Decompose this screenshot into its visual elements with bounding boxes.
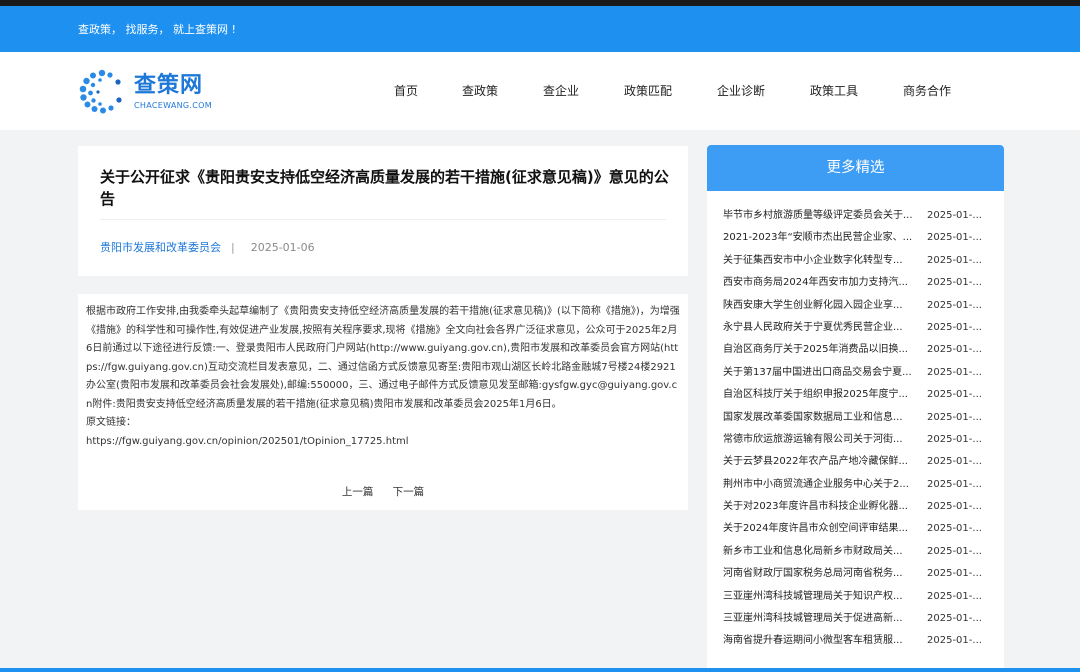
list-item-title[interactable]: 西安市商务局2024年西安市加力支持汽... <box>723 272 923 294</box>
list-item-date: 2025-01-... <box>927 523 982 535</box>
article-meta: 贵阳市发展和改革委员会 | 2025-01-06 <box>100 239 315 255</box>
list-item-date: 2025-01-... <box>927 456 982 468</box>
article-source[interactable]: 贵阳市发展和改革委员会 <box>100 241 221 254</box>
list-item[interactable]: 关于对2023年度许昌市科技企业孵化器... 2025-01-... <box>723 496 999 518</box>
top-banner: 查政策， 找服务， 就上查策网 ! <box>0 6 1080 52</box>
list-item-date: 2025-01-... <box>927 366 982 378</box>
list-item-date: 2025-01-... <box>927 478 982 490</box>
title-divider <box>100 219 666 220</box>
list-item-date: 2025-01-... <box>927 545 982 557</box>
list-item-date: 2025-01-... <box>927 568 982 580</box>
list-item-date: 2025-01-... <box>927 277 982 289</box>
list-item-title[interactable]: 三亚崖州湾科技城管理局关于促进高新... <box>723 608 923 630</box>
list-item[interactable]: 关于第137届中国进出口商品交易会宁夏... 2025-01-... <box>723 362 999 384</box>
nav-business-cooperation[interactable]: 商务合作 <box>903 82 951 99</box>
list-item-title[interactable]: 关于云梦县2022年农产品产地冷藏保鲜... <box>723 451 923 473</box>
list-item[interactable]: 自治区商务厅关于2025年消费品以旧换... 2025-01-... <box>723 339 999 361</box>
list-item[interactable]: 新乡市工业和信息化局新乡市财政局关... 2025-01-... <box>723 541 999 563</box>
list-item-title[interactable]: 毕节市乡村旅游质量等级评定委员会关于... <box>723 205 923 227</box>
nav-search-company[interactable]: 查企业 <box>543 82 579 99</box>
source-link-url[interactable]: https://fgw.guiyang.gov.cn/opinion/20250… <box>86 436 409 447</box>
list-item-title[interactable]: 关于征集西安市中小企业数字化转型专... <box>723 250 923 272</box>
list-item[interactable]: 海南省提升春运期间小微型客车租赁服... 2025-01-... <box>723 630 999 652</box>
list-item[interactable]: 河南省财政厅国家税务总局河南省税务... 2025-01-... <box>723 563 999 585</box>
list-item-title[interactable]: 陕西安康大学生创业孵化园入园企业享... <box>723 295 923 317</box>
list-item-date: 2025-01-... <box>927 299 982 311</box>
list-item-date: 2025-01-... <box>927 232 982 244</box>
article-pager: 上一篇 下一篇 <box>78 484 688 499</box>
list-item-date: 2025-01-... <box>927 411 982 423</box>
bottom-accent-bar <box>0 668 1080 672</box>
list-item-date: 2025-01-... <box>927 344 982 356</box>
list-item-date: 2025-01-... <box>927 501 982 513</box>
list-item[interactable]: 永宁县人民政府关于宁夏优秀民营企业... 2025-01-... <box>723 317 999 339</box>
list-item[interactable]: 西安市商务局2024年西安市加力支持汽... 2025-01-... <box>723 272 999 294</box>
source-link-label: 原文链接： <box>86 417 136 428</box>
list-item-date: 2025-01-... <box>927 613 982 625</box>
slogan-text: 查政策， 找服务， 就上查策网 ! <box>78 23 236 36</box>
list-item-title[interactable]: 国家发展改革委国家数据局工业和信息... <box>723 407 923 429</box>
article-title: 关于公开征求《贵阳贵安支持低空经济高质量发展的若干措施(征求意见稿)》意见的公告 <box>100 168 669 208</box>
list-item-date: 2025-01-... <box>927 321 982 333</box>
site-header: 查策网 CHACEWANG.COM 首页 查政策 查企业 政策匹配 企业诊断 政… <box>0 52 1080 130</box>
nav-search-policy[interactable]: 查政策 <box>462 82 498 99</box>
list-item-date: 2025-01-... <box>927 210 982 221</box>
nav-policy-match[interactable]: 政策匹配 <box>624 82 672 99</box>
list-item-title[interactable]: 永宁县人民政府关于宁夏优秀民营企业... <box>723 317 923 339</box>
list-item[interactable]: 关于云梦县2022年农产品产地冷藏保鲜... 2025-01-... <box>723 451 999 473</box>
list-item-title[interactable]: 自治区商务厅关于2025年消费品以旧换... <box>723 339 923 361</box>
nav-policy-tools[interactable]: 政策工具 <box>810 82 858 99</box>
list-item-date: 2025-01-... <box>927 433 982 445</box>
list-item-title[interactable]: 自治区科技厅关于组织申报2025年度宁... <box>723 384 923 406</box>
sidebar-title: 更多精选 <box>707 145 1004 191</box>
article-body-text: 根据市政府工作安排,由我委牵头起草编制了《贵阳贵安支持低空经济高质量发展的若干措… <box>86 306 680 410</box>
article-header-card: 关于公开征求《贵阳贵安支持低空经济高质量发展的若干措施(征求意见稿)》意见的公告… <box>78 146 688 276</box>
list-item[interactable]: 关于征集西安市中小企业数字化转型专... 2025-01-... <box>723 250 999 272</box>
list-item-title[interactable]: 关于第137届中国进出口商品交易会宁夏... <box>723 362 923 384</box>
article-date: 2025-01-06 <box>250 241 315 254</box>
list-item-title[interactable]: 新乡市工业和信息化局新乡市财政局关... <box>723 541 923 563</box>
article-body: 根据市政府工作安排,由我委牵头起草编制了《贵阳贵安支持低空经济高质量发展的若干措… <box>86 303 680 451</box>
list-item-title[interactable]: 荆州市中小商贸流通企业服务中心关于2... <box>723 474 923 496</box>
next-article-link[interactable]: 下一篇 <box>393 486 425 498</box>
prev-article-link[interactable]: 上一篇 <box>342 486 374 498</box>
list-item-title[interactable]: 2021-2023年“安顺市杰出民营企业家、... <box>723 227 923 249</box>
list-item[interactable]: 关于2024年度许昌市众创空间评审结果... 2025-01-... <box>723 518 999 540</box>
sidebar-list: 毕节市乡村旅游质量等级评定委员会关于... 2025-01-... 2021-20… <box>723 205 999 653</box>
list-item-title[interactable]: 关于2024年度许昌市众创空间评审结果... <box>723 518 923 540</box>
list-item[interactable]: 毕节市乡村旅游质量等级评定委员会关于... 2025-01-... <box>723 205 999 227</box>
list-item-title[interactable]: 常德市欣运旅游运输有限公司关于河街... <box>723 429 923 451</box>
list-item[interactable]: 陕西安康大学生创业孵化园入园企业享... 2025-01-... <box>723 295 999 317</box>
nav-company-diagnosis[interactable]: 企业诊断 <box>717 82 765 99</box>
list-item-date: 2025-01-... <box>927 254 982 266</box>
list-item[interactable]: 国家发展改革委国家数据局工业和信息... 2025-01-... <box>723 407 999 429</box>
list-item-title[interactable]: 关于对2023年度许昌市科技企业孵化器... <box>723 496 923 518</box>
list-item[interactable]: 荆州市中小商贸流通企业服务中心关于2... 2025-01-... <box>723 474 999 496</box>
list-item-title[interactable]: 河南省财政厅国家税务总局河南省税务... <box>723 563 923 585</box>
sidebar-more-picks: 更多精选 毕节市乡村旅游质量等级评定委员会关于... 2025-01-... 20… <box>707 145 1004 672</box>
meta-separator: | <box>231 241 235 254</box>
logo-name-en: CHACEWANG.COM <box>134 101 212 110</box>
list-item[interactable]: 三亚崖州湾科技城管理局关于促进高新... 2025-01-... <box>723 608 999 630</box>
list-item[interactable]: 三亚崖州湾科技城管理局关于知识产权... 2025-01-... <box>723 586 999 608</box>
list-item-date: 2025-01-... <box>927 590 982 602</box>
nav-home[interactable]: 首页 <box>394 82 418 99</box>
list-item-date: 2025-01-... <box>927 389 982 401</box>
list-item-title[interactable]: 海南省提升春运期间小微型客车租赁服... <box>723 630 923 652</box>
list-item[interactable]: 常德市欣运旅游运输有限公司关于河街... 2025-01-... <box>723 429 999 451</box>
list-item[interactable]: 2021-2023年“安顺市杰出民营企业家、... 2025-01-... <box>723 227 999 249</box>
main-nav: 首页 查政策 查企业 政策匹配 企业诊断 政策工具 商务合作 <box>0 82 1080 102</box>
list-item-date: 2025-01-... <box>927 635 982 647</box>
article-content-card: 根据市政府工作安排,由我委牵头起草编制了《贵阳贵安支持低空经济高质量发展的若干措… <box>78 294 688 510</box>
list-item[interactable]: 自治区科技厅关于组织申报2025年度宁... 2025-01-... <box>723 384 999 406</box>
list-item-title[interactable]: 三亚崖州湾科技城管理局关于知识产权... <box>723 586 923 608</box>
